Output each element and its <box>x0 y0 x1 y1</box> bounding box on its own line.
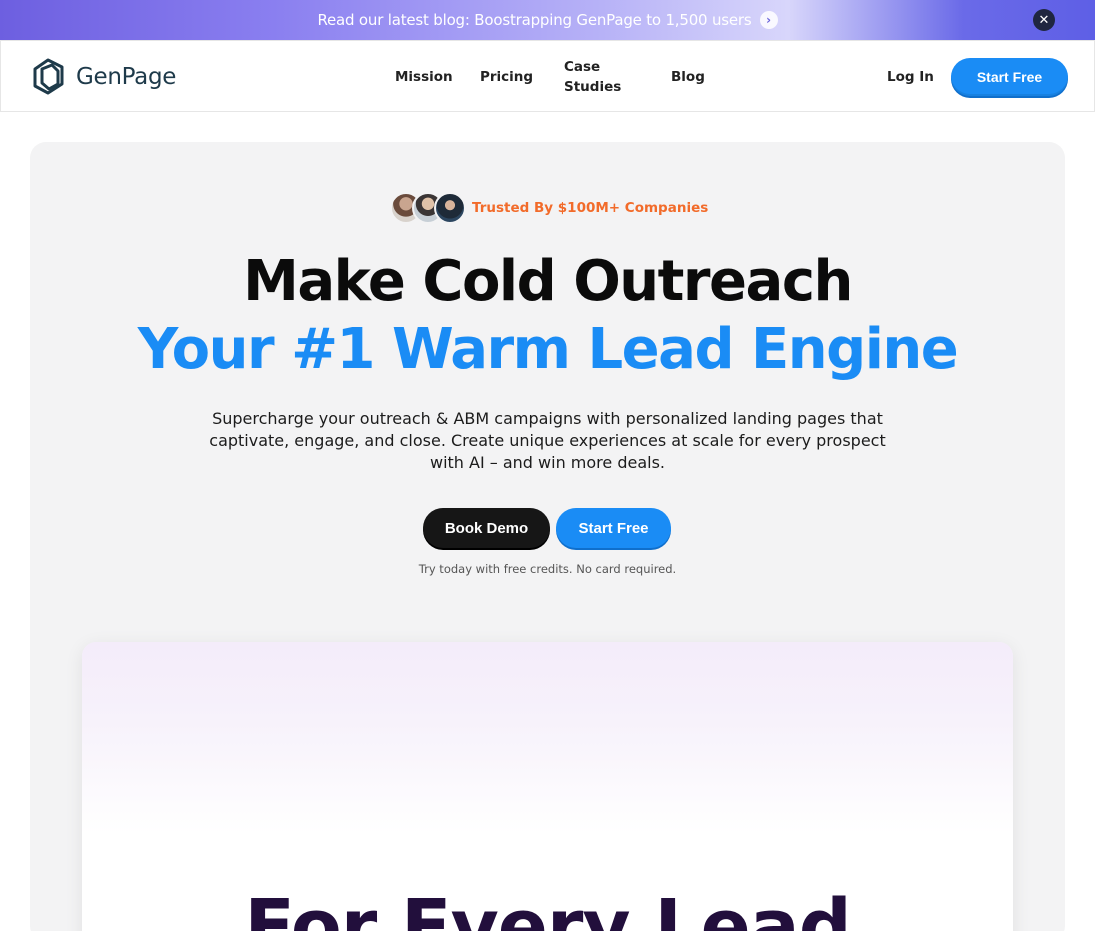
hero-buttons: Book Demo Start Free <box>423 508 671 548</box>
banner-text: Read our latest blog: Boostrapping GenPa… <box>317 11 752 29</box>
hero-headline: Make Cold Outreach <box>243 249 853 314</box>
announcement-banner: Read our latest blog: Boostrapping GenPa… <box>0 0 1095 40</box>
preview-card: For Every Lead <box>82 642 1013 931</box>
avatar <box>434 192 466 224</box>
avatar-group <box>390 192 466 224</box>
book-demo-button[interactable]: Book Demo <box>423 508 550 548</box>
nav-link-mission[interactable]: Mission <box>395 67 453 87</box>
genpage-logo-icon <box>33 58 64 95</box>
trusted-badge: Trusted By $100M+ Companies <box>390 192 708 224</box>
start-free-button[interactable]: Start Free <box>951 58 1068 96</box>
login-link[interactable]: Log In <box>887 67 934 87</box>
hero-subtext: Supercharge your outreach & ABM campaign… <box>209 409 886 472</box>
hero-start-free-button[interactable]: Start Free <box>556 508 671 548</box>
nav-link-pricing[interactable]: Pricing <box>480 67 533 87</box>
hero-note: Try today with free credits. No card req… <box>418 562 677 576</box>
hero-section: Trusted By $100M+ Companies Make Cold Ou… <box>30 142 1065 931</box>
trusted-text: Trusted By $100M+ Companies <box>472 200 709 216</box>
navbar: GenPage Mission Pricing Case Studies Blo… <box>0 40 1095 112</box>
close-icon[interactable]: ✕ <box>1033 9 1055 31</box>
logo-text: GenPage <box>76 64 177 90</box>
nav-link-blog[interactable]: Blog <box>671 67 705 87</box>
nav-link-case-studies[interactable]: Case Studies <box>564 57 624 97</box>
hero-headline-accent: Your #1 Warm Lead Engine <box>137 317 959 382</box>
preview-title: For Every Lead <box>244 884 851 931</box>
chevron-right-icon: › <box>759 11 778 29</box>
logo-link[interactable]: GenPage <box>28 57 176 97</box>
banner-link[interactable]: Read our latest blog: Boostrapping GenPa… <box>317 11 778 29</box>
